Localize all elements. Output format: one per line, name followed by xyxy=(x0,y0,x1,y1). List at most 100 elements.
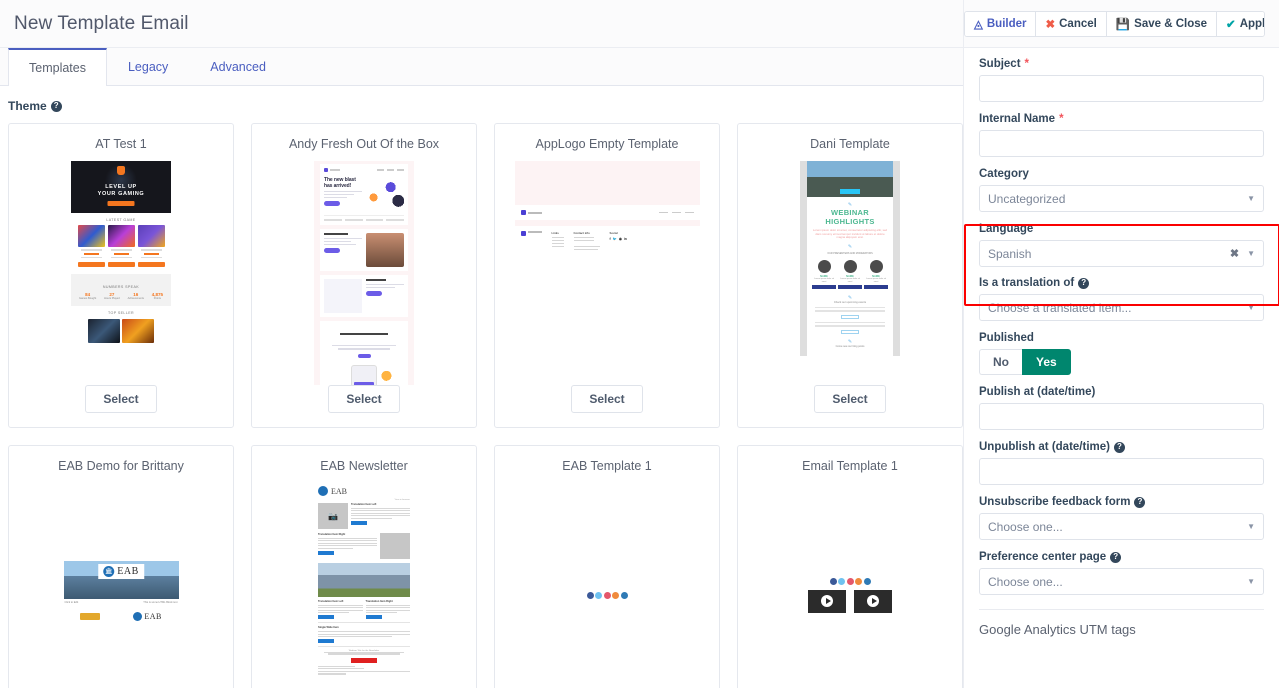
video-play-icon xyxy=(808,589,846,613)
published-yes-button[interactable]: Yes xyxy=(1022,349,1071,375)
template-card-title: AppLogo Empty Template xyxy=(535,137,679,151)
question-mark-icon[interactable]: ? xyxy=(1078,277,1090,289)
template-card[interactable]: Dani Template ✎ WEBINAR HIGHLIGHTS Lorem… xyxy=(737,123,963,428)
facebook-icon xyxy=(586,591,594,599)
template-card[interactable]: EAB Template 1 Select xyxy=(494,445,720,688)
publish-at-label-text: Publish at (date/time) xyxy=(979,386,1096,398)
apply-button[interactable]: ✔ Apply xyxy=(1217,11,1265,36)
unpublish-at-input[interactable] xyxy=(979,458,1264,485)
translation-of-select[interactable]: Choose a translated item... ▼ xyxy=(979,294,1264,321)
question-mark-icon[interactable]: ? xyxy=(1110,551,1122,563)
preference-center-select[interactable]: Choose one... ▼ xyxy=(979,568,1264,595)
language-selected-value: Spanish xyxy=(988,246,1032,261)
unpublish-at-field-group: Unpublish at (date/time) ? xyxy=(979,441,1264,485)
template-card-title: Andy Fresh Out Of the Box xyxy=(288,137,440,151)
template-thumbnail xyxy=(495,483,719,688)
save-and-close-button[interactable]: 💾 Save & Close xyxy=(1106,11,1218,36)
thumb-eab-wordmark: EAB xyxy=(331,486,347,496)
apply-button-label: Apply xyxy=(1239,17,1265,30)
chevron-down-icon: ▼ xyxy=(1247,249,1255,258)
subject-input[interactable] xyxy=(979,75,1264,102)
template-card[interactable]: Andy Fresh Out Of the Box The new blast … xyxy=(251,123,477,428)
question-mark-icon[interactable]: ? xyxy=(1134,496,1146,508)
thumbnail-art-dani: ✎ WEBINAR HIGHLIGHTS Lorem ipsum dolor s… xyxy=(800,161,900,356)
publish-at-label: Publish at (date/time) xyxy=(979,386,1264,398)
select-template-button[interactable]: Select xyxy=(328,385,400,413)
thumbnail-art-gaming: LEVEL UP YOUR GAMING LATEST GAME NUMBERS… xyxy=(71,161,171,344)
chevron-down-icon: ▼ xyxy=(1247,194,1255,203)
translation-of-placeholder: Choose a translated item... xyxy=(988,300,1132,315)
translation-of-label: Is a translation of ? xyxy=(979,277,1264,289)
section-divider xyxy=(979,609,1264,610)
unsubscribe-form-label-text: Unsubscribe feedback form xyxy=(979,496,1131,508)
template-thumbnail: EAB View in browser 📷 Translation Item L… xyxy=(252,483,476,688)
template-card[interactable]: EAB Newsletter EAB View in browser 📷 Tra… xyxy=(251,445,477,688)
unpublish-at-label: Unpublish at (date/time) ? xyxy=(979,441,1264,453)
language-select[interactable]: Spanish ✖ ▼ xyxy=(979,240,1264,267)
unsubscribe-form-field-group: Unsubscribe feedback form ? Choose one..… xyxy=(979,496,1264,540)
template-thumbnail: Links Contact info Social f 🐦 ◉ in xyxy=(495,161,719,385)
page-header: New Template Email xyxy=(0,0,963,48)
question-mark-icon[interactable]: ? xyxy=(50,100,62,112)
internal-name-field-group: Internal Name * xyxy=(979,113,1264,157)
template-card-title: AT Test 1 xyxy=(95,137,147,151)
template-card-title: EAB Template 1 xyxy=(562,459,652,473)
published-label: Published xyxy=(979,332,1264,344)
instagram-icon xyxy=(603,591,611,599)
category-field-group: Category Uncategorized ▼ xyxy=(979,168,1264,212)
tab-templates-label: Templates xyxy=(29,61,86,75)
utm-section-title: Google Analytics UTM tags xyxy=(979,622,1136,637)
subject-label-text: Subject xyxy=(979,58,1021,70)
internal-name-label: Internal Name * xyxy=(979,113,1264,125)
builder-button-label: Builder xyxy=(986,17,1027,30)
question-mark-icon[interactable]: ? xyxy=(1113,441,1125,453)
required-asterisk: * xyxy=(1024,58,1030,70)
pinterest-icon xyxy=(612,591,619,599)
template-card[interactable]: AT Test 1 LEVEL UP YOUR GAMING LATEST GA… xyxy=(8,123,234,428)
thumb-andy-headline-2: has arrived! xyxy=(324,183,352,189)
thumbnail-art-eabnewsletter: EAB View in browser 📷 Translation Item L… xyxy=(314,483,414,679)
unpublish-at-label-text: Unpublish at (date/time) xyxy=(979,441,1110,453)
template-card[interactable]: AppLogo Empty Template Links Contact inf… xyxy=(494,123,720,428)
internal-name-input[interactable] xyxy=(979,130,1264,157)
template-card-title: EAB Demo for Brittany xyxy=(58,459,184,473)
translation-of-field-group: Is a translation of ? Choose a translate… xyxy=(979,277,1264,321)
template-grid: AT Test 1 LEVEL UP YOUR GAMING LATEST GA… xyxy=(0,119,963,688)
publish-at-input[interactable] xyxy=(979,403,1264,430)
template-card[interactable]: EAB Demo for Brittany 🏛 EAB Click to Edi… xyxy=(8,445,234,688)
thumb-gaming-section-1: LATEST GAME xyxy=(106,218,136,222)
linkedin-icon xyxy=(620,591,628,599)
tab-templates[interactable]: Templates xyxy=(8,48,107,86)
subject-field-group: Subject * xyxy=(979,58,1264,102)
builder-button[interactable]: ◬ Builder xyxy=(965,11,1037,36)
tab-advanced[interactable]: Advanced xyxy=(189,48,287,85)
thumb-dani-title-2: HIGHLIGHTS xyxy=(825,217,875,226)
chevron-down-icon: ▼ xyxy=(1247,522,1255,531)
template-card[interactable]: Email Template 1 xyxy=(737,445,963,688)
floppy-disk-icon: 💾 xyxy=(1115,18,1131,31)
app-root: New Template Email Templates Legacy Adva… xyxy=(0,0,1279,688)
published-toggle: No Yes xyxy=(979,349,1264,375)
template-thumbnail: The new blast has arrived! xyxy=(252,161,476,385)
template-card-title: Dani Template xyxy=(810,137,890,151)
select-template-button[interactable]: Select xyxy=(85,385,157,413)
tab-legacy-label: Legacy xyxy=(127,60,169,74)
cancel-button[interactable]: ✖ Cancel xyxy=(1036,11,1107,36)
linkedin-icon xyxy=(863,577,871,585)
category-select[interactable]: Uncategorized ▼ xyxy=(979,185,1264,212)
twitter-icon xyxy=(838,577,845,585)
select-template-button[interactable]: Select xyxy=(814,385,886,413)
unsubscribe-form-select[interactable]: Choose one... ▼ xyxy=(979,513,1264,540)
clear-x-icon[interactable]: ✖ xyxy=(1230,247,1239,260)
pinterest-icon xyxy=(855,577,862,585)
tab-legacy[interactable]: Legacy xyxy=(107,48,189,85)
published-no-button[interactable]: No xyxy=(979,349,1022,375)
thumbnail-art-applogo: Links Contact info Social f 🐦 ◉ in xyxy=(514,161,700,257)
x-icon: ✖ xyxy=(1045,18,1056,31)
toolbar-button-group: ◬ Builder ✖ Cancel 💾 Save & Close ✔ Appl… xyxy=(964,10,1265,37)
twitter-icon xyxy=(595,591,602,599)
unsubscribe-form-label: Unsubscribe feedback form ? xyxy=(979,496,1264,508)
template-thumbnail: ✎ WEBINAR HIGHLIGHTS Lorem ipsum dolor s… xyxy=(738,161,962,385)
select-template-button[interactable]: Select xyxy=(571,385,643,413)
page-title: New Template Email xyxy=(14,12,189,34)
